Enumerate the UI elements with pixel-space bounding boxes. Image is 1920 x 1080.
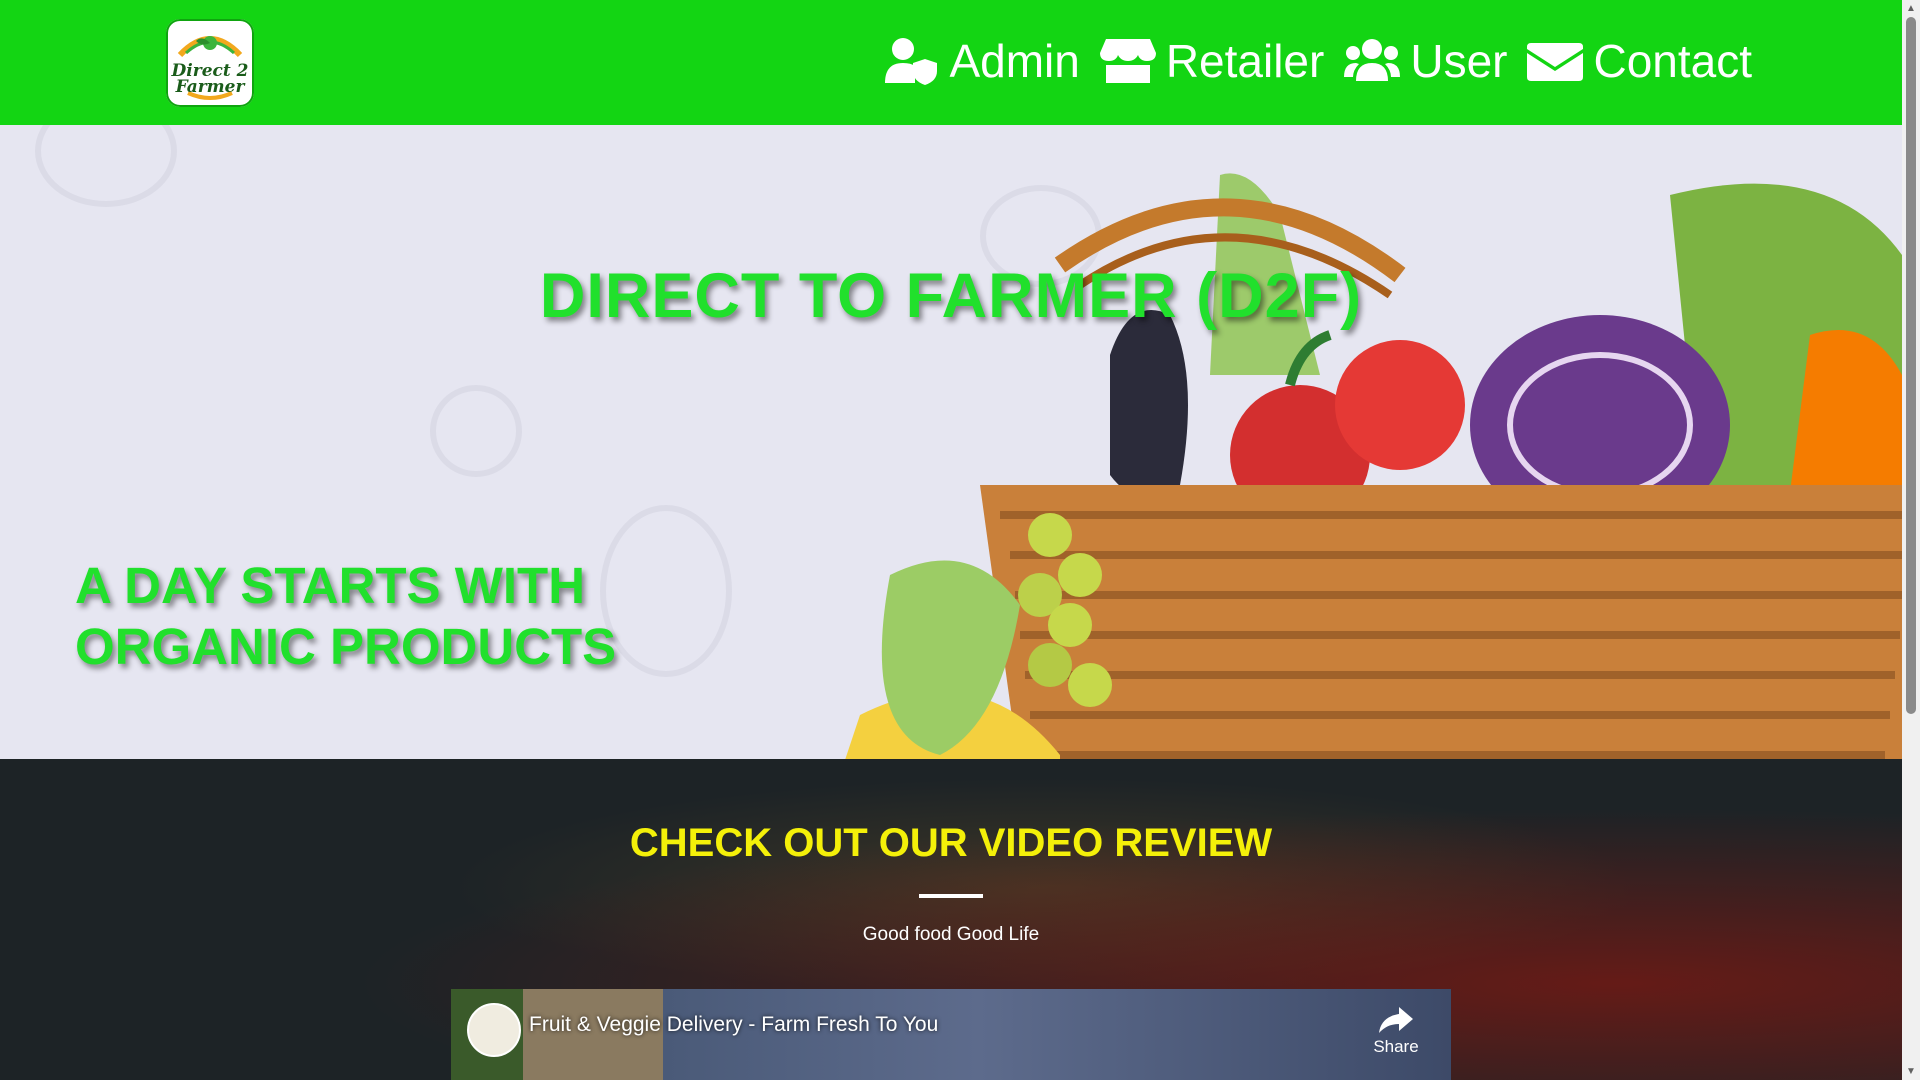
vegetable-basket-image — [845, 173, 1902, 759]
nav-label-contact: Contact — [1593, 35, 1752, 87]
nav-label-retailer: Retailer — [1165, 35, 1325, 87]
scroll-down-icon[interactable]: ▼ — [1902, 1063, 1920, 1080]
section-title: CHECK OUT OUR VIDEO REVIEW — [629, 821, 1273, 865]
doodle-decoration — [430, 385, 522, 477]
video-title[interactable]: Fruit & Veggie Delivery - Farm Fresh To … — [529, 1013, 938, 1037]
nav-item-user[interactable]: User — [1344, 30, 1507, 92]
hero-subtitle: A DAY STARTS WITH ORGANIC PRODUCTS — [75, 555, 616, 677]
hero-title: DIRECT TO FARMER (D2F) — [539, 261, 1363, 331]
nav-label-admin: Admin — [949, 35, 1080, 87]
doodle-decoration — [35, 125, 177, 207]
scrollbar-thumb[interactable] — [1906, 17, 1916, 714]
nav-item-contact[interactable]: Contact — [1527, 30, 1752, 92]
nav-label-user: User — [1410, 35, 1508, 87]
hero-subtitle-line-2: ORGANIC PRODUCTS — [75, 618, 617, 675]
envelope-icon — [1527, 43, 1584, 81]
users-icon — [1344, 39, 1401, 81]
page-scrollbar[interactable]: ▲ ▼ — [1902, 0, 1920, 1080]
logo-text: Direct 2 Farmer — [166, 63, 254, 97]
nav-item-retailer[interactable]: Retailer — [1099, 30, 1325, 92]
store-icon — [1099, 39, 1156, 83]
main-nav: Admin Retailer User Contact — [883, 30, 1752, 92]
share-label: Share — [1373, 1037, 1419, 1056]
video-review-section: CHECK OUT OUR VIDEO REVIEW Good food Goo… — [0, 759, 1902, 1080]
share-icon — [1379, 1007, 1413, 1033]
brand-logo[interactable]: Direct 2 Farmer — [166, 19, 254, 107]
channel-avatar[interactable] — [467, 1003, 521, 1057]
title-divider — [919, 894, 983, 898]
user-shield-icon — [885, 38, 938, 85]
hero-subtitle-line-1: A DAY STARTS WITH — [75, 557, 586, 614]
logo-line-2: Farmer — [175, 77, 245, 97]
page: Direct 2 Farmer Admin Retailer User Cont… — [0, 0, 1902, 1080]
navbar: Direct 2 Farmer Admin Retailer User Cont… — [0, 0, 1902, 125]
scroll-up-icon[interactable]: ▲ — [1902, 0, 1920, 17]
hero-banner: DIRECT TO FARMER (D2F) A DAY STARTS WITH… — [0, 125, 1902, 759]
nav-item-admin[interactable]: Admin — [883, 30, 1080, 92]
section-subtitle: Good food Good Life — [862, 924, 1040, 945]
video-embed[interactable]: Fruit & Veggie Delivery - Farm Fresh To … — [451, 989, 1451, 1080]
doodle-decoration — [600, 505, 732, 677]
share-button[interactable]: Share — [1361, 1005, 1431, 1057]
